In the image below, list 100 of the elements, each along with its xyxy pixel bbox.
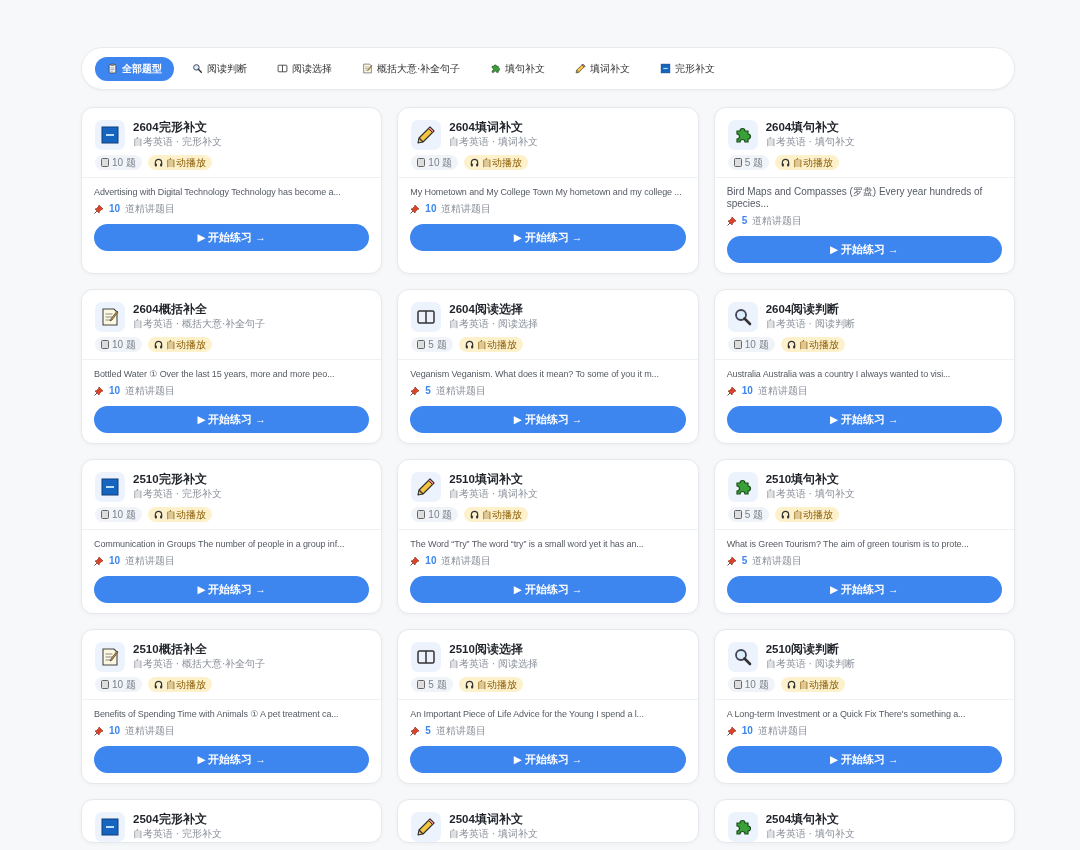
featured-count: 10 xyxy=(425,554,437,567)
start-practice-button[interactable]: ▶ 开始练习 → xyxy=(726,236,1002,263)
featured-count: 10 xyxy=(741,384,753,397)
pushpin-icon xyxy=(410,203,421,214)
start-practice-button[interactable]: ▶ 开始练习 → xyxy=(410,746,686,773)
start-practice-button[interactable]: ▶ 开始练习 → xyxy=(726,746,1002,773)
question-count-badge: 5 题 xyxy=(727,507,769,522)
question-count-badge: 10 题 xyxy=(727,337,775,352)
filter-tab[interactable]: 全部题型 xyxy=(95,56,174,81)
autoplay-badge: 自动播放 xyxy=(147,507,212,522)
featured-count: 5 xyxy=(741,214,748,227)
pencil-icon xyxy=(575,63,587,74)
question-count-badge: 10 题 xyxy=(411,507,459,522)
pushpin-icon xyxy=(726,215,737,226)
card-title: 2510填句补文 xyxy=(765,472,841,487)
question-count-badge: 10 题 xyxy=(95,337,142,352)
puzzle-piece-icon xyxy=(490,63,502,74)
featured-label: 道精讲题目 xyxy=(125,202,176,215)
question-count-badge: 10 题 xyxy=(727,677,775,692)
passage-excerpt: My Hometown and My College Town My hometown and my college ... xyxy=(410,186,683,198)
featured-count: 10 xyxy=(109,554,121,567)
pushpin-icon xyxy=(410,385,421,396)
featured-count: 10 xyxy=(741,724,753,737)
start-practice-button[interactable]: ▶ 开始练习 → xyxy=(94,406,370,433)
question-count-badge: 10 题 xyxy=(411,155,459,170)
passage-excerpt: Bird Maps and Compasses (罗盘) Every year hundreds of species... xyxy=(726,186,984,210)
filter-tab[interactable]: 完形补文 xyxy=(648,56,728,81)
featured-count: 10 xyxy=(109,384,121,397)
start-practice-button[interactable]: ▶ 开始练习 → xyxy=(94,746,370,773)
card-subtitle: 自考英语 · 填句补文 xyxy=(765,487,855,501)
autoplay-badge: 自动播放 xyxy=(147,155,212,170)
card-title: 2510概括补全 xyxy=(133,642,208,657)
card-subtitle: 自考英语 · 阅读判断 xyxy=(765,317,855,331)
featured-label: 道精讲题目 xyxy=(441,202,492,215)
filter-tab[interactable]: 填句补文 xyxy=(478,56,558,81)
passage-excerpt: Bottled Water ① Over the last 15 years, more and more peo... xyxy=(94,368,336,380)
card-subtitle: 自考英语 · 阅读判断 xyxy=(765,657,855,671)
card-subtitle: 自考英语 · 填词补文 xyxy=(449,135,539,149)
featured-count: 5 xyxy=(425,384,431,397)
magnifier-icon xyxy=(192,63,203,74)
featured-label: 道精讲题目 xyxy=(125,384,176,397)
pushpin-icon xyxy=(726,725,737,736)
passage-excerpt: The Word “Try” The word “try” is a small word yet it has an... xyxy=(410,538,645,550)
autoplay-badge: 自动播放 xyxy=(780,337,845,352)
card-title: 2504填句补文 xyxy=(765,812,841,827)
featured-label: 道精讲题目 xyxy=(435,724,486,737)
featured-label: 道精讲题目 xyxy=(757,724,808,737)
featured-count: 5 xyxy=(425,724,431,737)
question-count-badge: 5 题 xyxy=(411,337,453,352)
card-subtitle: 自考英语 · 完形补文 xyxy=(133,827,222,841)
autoplay-badge: 自动播放 xyxy=(458,337,523,352)
card-subtitle: 自考英语 · 阅读选择 xyxy=(449,657,539,671)
card-title: 2510阅读选择 xyxy=(449,642,524,657)
autoplay-badge: 自动播放 xyxy=(780,677,845,692)
filter-tab[interactable]: 填词补文 xyxy=(563,56,643,81)
passage-excerpt: What is Green Tourism? The aim of green tourism is to prote... xyxy=(726,538,970,550)
pushpin-icon xyxy=(726,555,737,566)
featured-label: 道精讲题目 xyxy=(125,554,176,567)
start-practice-button[interactable]: ▶ 开始练习 → xyxy=(94,224,370,251)
clipboard-icon xyxy=(107,63,118,74)
autoplay-badge: 自动播放 xyxy=(147,677,212,692)
card-subtitle: 自考英语 · 概括大意·补全句子 xyxy=(133,657,266,671)
passage-excerpt: A Long-term Investment or a Quick Fix There's something a... xyxy=(726,708,967,720)
card-title: 2604概括补全 xyxy=(133,302,208,317)
pushpin-icon xyxy=(94,203,104,214)
passage-excerpt: Benefits of Spending Time with Animals ① A pet treatment ca... xyxy=(94,708,340,720)
autoplay-badge: 自动播放 xyxy=(464,155,529,170)
start-practice-button[interactable]: ▶ 开始练习 → xyxy=(94,576,370,603)
featured-count: 10 xyxy=(109,724,121,737)
card-title: 2510填词补文 xyxy=(449,472,524,487)
card-subtitle: 自考英语 · 填句补文 xyxy=(765,827,855,841)
filter-tab[interactable]: 阅读选择 xyxy=(265,56,344,81)
card-title: 2604阅读判断 xyxy=(765,302,841,317)
card-title: 2604填词补文 xyxy=(449,120,524,135)
featured-count: 10 xyxy=(109,202,121,215)
start-practice-button[interactable]: ▶ 开始练习 → xyxy=(410,224,686,251)
filter-tab[interactable]: 概括大意·补全句子 xyxy=(350,56,473,81)
card-subtitle: 自考英语 · 完形补文 xyxy=(133,487,222,501)
featured-label: 道精讲题目 xyxy=(757,384,808,397)
card-subtitle: 自考英语 · 概括大意·补全句子 xyxy=(133,317,266,331)
autoplay-badge: 自动播放 xyxy=(147,337,212,352)
pushpin-icon xyxy=(410,555,421,566)
featured-count: 10 xyxy=(425,202,437,215)
pushpin-icon xyxy=(94,555,104,566)
autoplay-badge: 自动播放 xyxy=(775,155,839,170)
question-count-badge: 10 题 xyxy=(95,507,142,522)
filter-tab[interactable]: 阅读判断 xyxy=(180,56,259,81)
card-subtitle: 自考英语 · 填句补文 xyxy=(765,135,855,149)
start-practice-button[interactable]: ▶ 开始练习 → xyxy=(726,576,1002,603)
featured-label: 道精讲题目 xyxy=(752,214,803,227)
start-practice-button[interactable]: ▶ 开始练习 → xyxy=(410,406,686,433)
card-subtitle: 自考英语 · 填词补文 xyxy=(449,827,539,841)
card-title: 2604完形补文 xyxy=(133,120,208,135)
start-practice-button[interactable]: ▶ 开始练习 → xyxy=(726,406,1002,433)
passage-excerpt: An Important Piece of Life Advice for the Young I spend a l... xyxy=(410,708,645,720)
question-count-badge: 5 题 xyxy=(411,677,453,692)
card-title: 2604阅读选择 xyxy=(449,302,524,317)
start-practice-button[interactable]: ▶ 开始练习 → xyxy=(410,576,686,603)
pushpin-icon xyxy=(726,385,737,396)
card-subtitle: 自考英语 · 填词补文 xyxy=(449,487,539,501)
